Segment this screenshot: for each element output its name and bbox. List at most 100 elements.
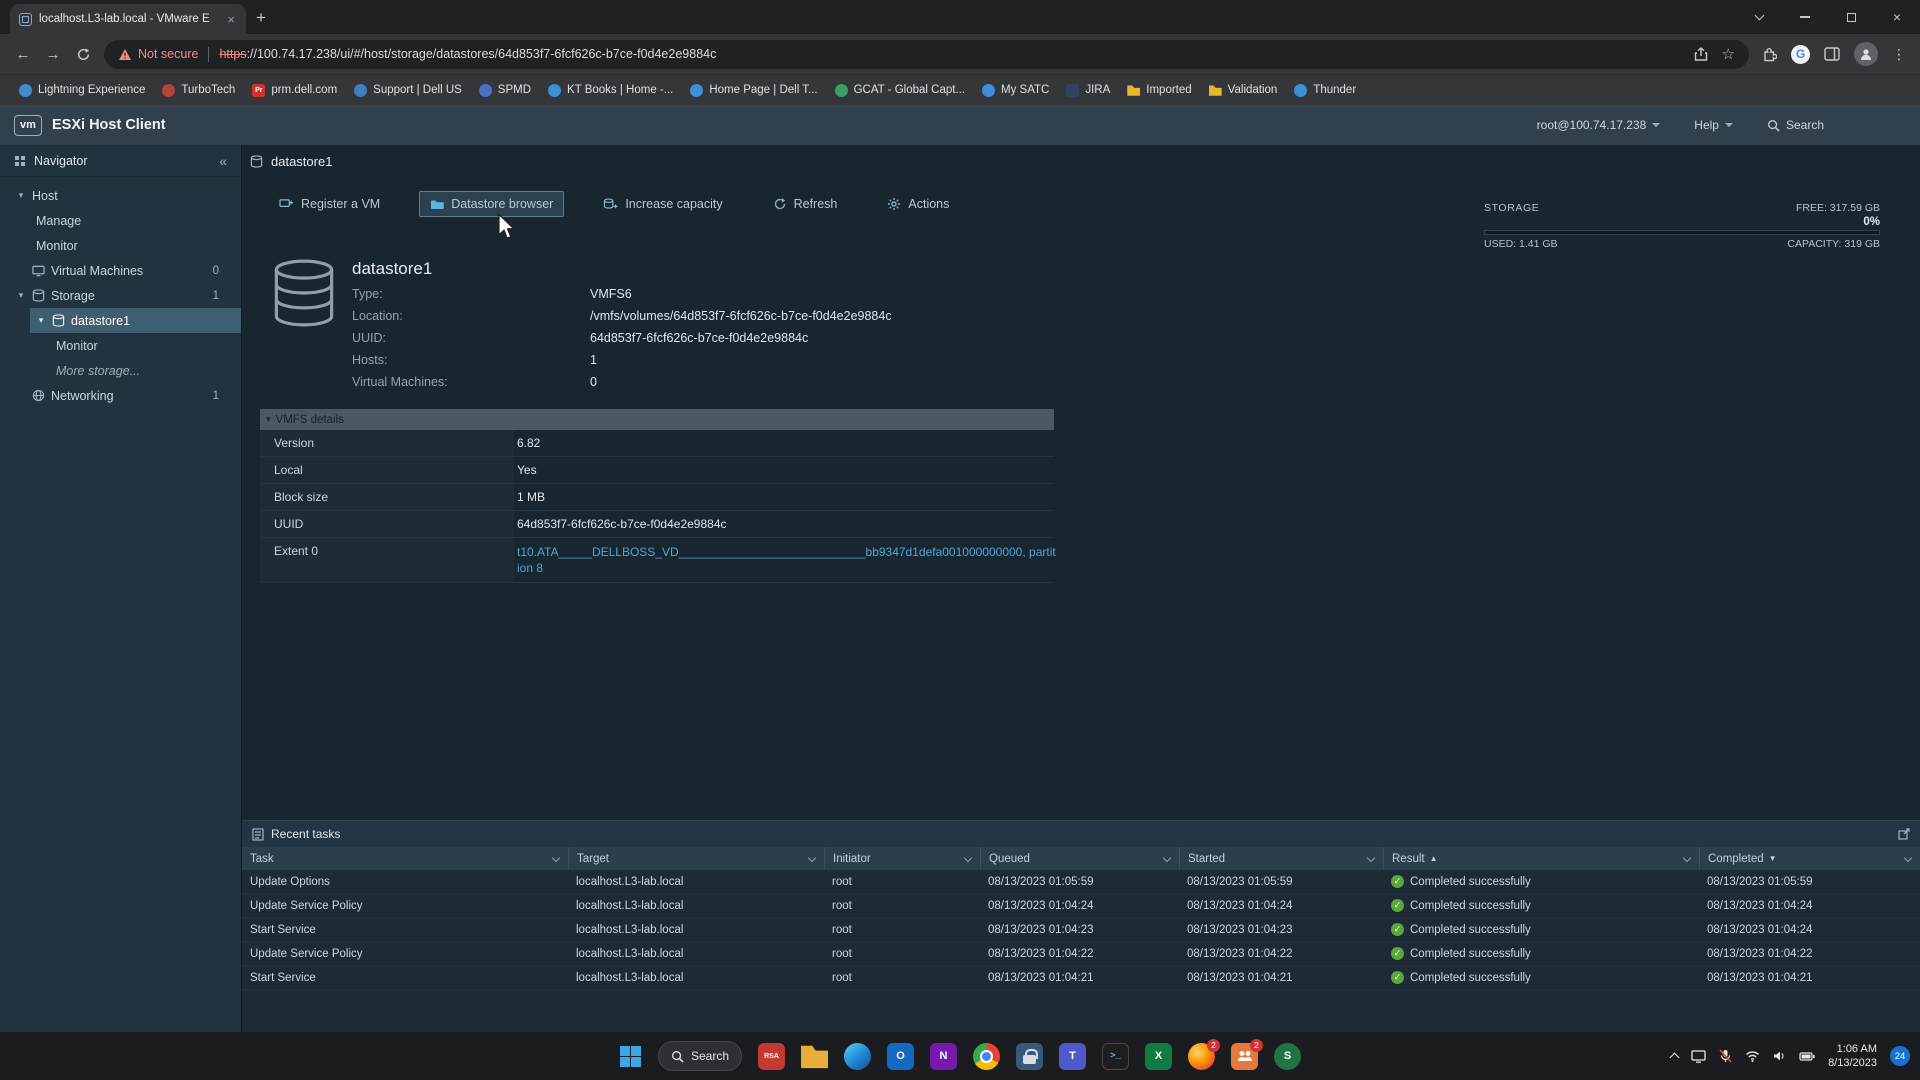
bookmark-folder-imported[interactable]: Imported [1120,81,1198,100]
wifi-icon[interactable] [1745,1050,1760,1062]
tree-caret-icon[interactable]: ▾ [16,290,26,301]
onenote-icon[interactable]: N [930,1043,957,1070]
volume-icon[interactable] [1773,1050,1786,1062]
tab-search-icon[interactable] [1736,0,1782,34]
column-initiator[interactable]: Initiator [824,847,980,870]
display-tray-icon[interactable] [1691,1050,1706,1063]
rsa-app-icon[interactable]: RSA [758,1043,785,1070]
chrome-browser-icon[interactable] [973,1043,1000,1070]
edge-browser-icon[interactable] [844,1043,871,1070]
bookmark-support-dell[interactable]: Support | Dell US [347,81,469,100]
chevron-down-icon[interactable] [964,853,972,861]
task-row[interactable]: Update Options localhost.L3-lab.local ro… [242,870,1920,894]
task-row[interactable]: Start Service localhost.L3-lab.local roo… [242,966,1920,990]
actions-button[interactable]: Actions [876,191,960,217]
task-row[interactable]: Start Service localhost.L3-lab.local roo… [242,918,1920,942]
help-menu[interactable]: Help [1694,118,1733,132]
register-vm-button[interactable]: Register a VM [268,191,391,217]
column-started[interactable]: Started [1179,847,1383,870]
maximize-button[interactable] [1828,0,1874,34]
side-panel-icon[interactable] [1824,47,1840,61]
minimize-button[interactable] [1782,0,1828,34]
bookmark-prm-dell[interactable]: Prprm.dell.com [245,81,344,100]
share-icon[interactable] [1694,47,1708,61]
column-task[interactable]: Task [242,847,568,870]
mic-muted-icon[interactable] [1719,1049,1732,1063]
chevron-down-icon[interactable] [1367,853,1375,861]
collapse-sidebar-icon[interactable]: « [219,153,227,169]
security-lock-icon[interactable] [1016,1043,1043,1070]
chevron-down-icon[interactable] [1904,853,1912,861]
task-row[interactable]: Update Service Policy localhost.L3-lab.l… [242,894,1920,918]
nav-item-datastore1-monitor[interactable]: Monitor [0,333,241,358]
omnibox-right-icons: ☆ [1684,45,1735,63]
tree-caret-icon[interactable]: ▾ [36,315,46,326]
increase-capacity-button[interactable]: Increase capacity [592,191,733,217]
bookmark-turbotech[interactable]: TurboTech [155,81,242,100]
task-row[interactable]: Update Service Policy localhost.L3-lab.l… [242,942,1920,966]
column-completed[interactable]: Completed▼ [1699,847,1920,870]
column-result[interactable]: Result▲ [1383,847,1699,870]
row-value: Yes [514,457,1054,483]
terminal-icon[interactable]: >_ [1102,1043,1129,1070]
google-extension-icon[interactable]: G [1791,45,1810,64]
vmfs-details-header[interactable]: ▾ VMFS details [260,409,1054,430]
bookmark-kt-books[interactable]: KT Books | Home -... [541,81,680,100]
extent-link[interactable]: t10.ATA_____DELLBOSS_VD_________________… [517,544,1057,576]
close-button[interactable]: × [1874,0,1920,34]
people-app-icon[interactable]: 2 [1231,1043,1258,1070]
chevron-down-icon[interactable] [552,853,560,861]
notification-count-badge[interactable]: 24 [1890,1046,1910,1066]
bookmark-my-satc[interactable]: My SATC [975,81,1056,100]
bookmark-lightning-experience[interactable]: Lightning Experience [12,81,152,100]
column-target[interactable]: Target [568,847,824,870]
teams-icon[interactable]: T [1059,1043,1086,1070]
column-queued[interactable]: Queued [980,847,1179,870]
reload-button[interactable] [68,39,98,69]
extensions-icon[interactable] [1761,46,1777,62]
file-explorer-icon[interactable] [801,1043,828,1070]
back-button[interactable]: ← [8,39,38,69]
chevron-down-icon[interactable] [1683,853,1691,861]
datastore-browser-button[interactable]: Datastore browser [419,191,564,217]
bookmark-jira[interactable]: JIRA [1059,81,1117,100]
tree-caret-icon[interactable]: ▾ [16,190,26,201]
bookmark-thunder[interactable]: Thunder [1287,81,1363,100]
bookmark-home-page-dell[interactable]: Home Page | Dell T... [683,81,824,100]
excel-icon[interactable]: X [1145,1043,1172,1070]
nav-item-manage[interactable]: Manage [0,208,241,233]
chevron-down-icon[interactable] [808,853,816,861]
bookmark-gcat[interactable]: GCAT - Global Capt... [828,81,972,100]
header-search[interactable]: Search [1767,118,1824,132]
sharepoint-icon[interactable]: S [1274,1043,1301,1070]
start-button[interactable] [619,1045,642,1068]
firefox-icon[interactable]: 2 [1188,1043,1215,1070]
bookmark-star-icon[interactable]: ☆ [1722,45,1735,63]
bookmark-folder-validation[interactable]: Validation [1202,81,1285,100]
chevron-down-icon [1725,123,1733,127]
bookmark-spmd[interactable]: SPMD [472,81,538,100]
nav-item-monitor[interactable]: Monitor [0,233,241,258]
nav-item-more-storage[interactable]: More storage... [0,358,241,383]
hidden-icons-chevron[interactable] [1670,1053,1680,1063]
refresh-button[interactable]: Refresh [762,191,849,217]
nav-item-networking[interactable]: Networking 1 [0,383,241,408]
taskbar-clock[interactable]: 1:06 AM 8/13/2023 [1828,1042,1877,1071]
tab-close-icon[interactable]: × [225,13,237,26]
user-menu[interactable]: root@100.74.17.238 [1537,118,1661,132]
outlook-icon[interactable]: O [887,1043,914,1070]
chevron-down-icon[interactable] [1163,853,1171,861]
browser-menu-icon[interactable]: ⋮ [1892,46,1906,63]
browser-tab[interactable]: localhost.L3-lab.local - VMware E × [10,4,246,34]
nav-item-storage[interactable]: ▾ Storage 1 [0,283,241,308]
taskbar-search-box[interactable]: Search [658,1041,742,1071]
forward-button[interactable]: → [38,39,68,69]
new-tab-button[interactable]: + [256,8,266,28]
nav-item-datastore1[interactable]: ▾ datastore1 [30,308,241,333]
expand-tasks-icon[interactable] [1898,828,1910,840]
address-bar[interactable]: Not secure https ://100.74.17.238/ui/#/h… [104,40,1749,69]
profile-avatar[interactable] [1854,42,1878,66]
battery-icon[interactable] [1799,1052,1815,1061]
nav-item-host[interactable]: ▾Host [0,183,241,208]
nav-item-virtual-machines[interactable]: Virtual Machines 0 [0,258,241,283]
